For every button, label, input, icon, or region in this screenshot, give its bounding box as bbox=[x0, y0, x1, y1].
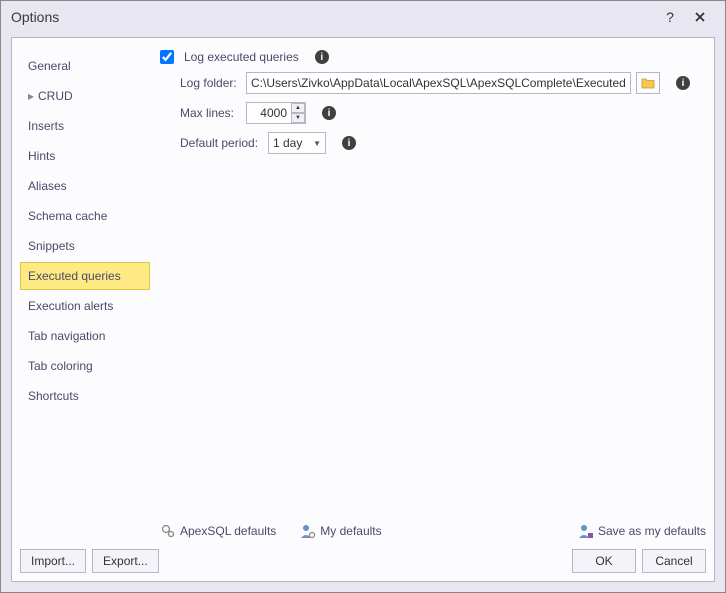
sidebar-item-label: Hints bbox=[28, 149, 55, 163]
sidebar-item-tab-coloring[interactable]: Tab coloring bbox=[20, 352, 150, 380]
info-icon[interactable]: i bbox=[676, 76, 690, 90]
settings-pane: Log executed queries i Log folder: i Max… bbox=[160, 46, 706, 511]
close-button[interactable] bbox=[685, 5, 715, 29]
main-row: General ▸CRUD Inserts Hints Aliases Sche… bbox=[20, 46, 706, 511]
content-area: General ▸CRUD Inserts Hints Aliases Sche… bbox=[11, 37, 715, 582]
user-gear-icon bbox=[300, 523, 316, 539]
sidebar-item-crud[interactable]: ▸CRUD bbox=[20, 82, 150, 110]
chevron-down-icon: ▼ bbox=[313, 139, 321, 148]
spinner-up-button[interactable]: ▲ bbox=[291, 103, 305, 113]
browse-button[interactable] bbox=[636, 72, 660, 94]
log-queries-label: Log executed queries bbox=[184, 50, 299, 64]
max-lines-row: Max lines: ▲ ▼ i bbox=[180, 102, 706, 124]
close-icon bbox=[694, 11, 706, 23]
sidebar-item-label: Execution alerts bbox=[28, 299, 113, 313]
info-icon[interactable]: i bbox=[315, 50, 329, 64]
sidebar: General ▸CRUD Inserts Hints Aliases Sche… bbox=[20, 46, 150, 511]
info-icon[interactable]: i bbox=[342, 136, 356, 150]
export-button[interactable]: Export... bbox=[92, 549, 159, 573]
default-period-row: Default period: 1 day ▼ i bbox=[180, 132, 706, 154]
sidebar-item-hints[interactable]: Hints bbox=[20, 142, 150, 170]
sidebar-item-label: Shortcuts bbox=[28, 389, 79, 403]
help-button[interactable]: ? bbox=[655, 5, 685, 29]
log-folder-row: Log folder: i bbox=[180, 72, 706, 94]
sidebar-item-general[interactable]: General bbox=[20, 52, 150, 80]
sidebar-item-label: Tab navigation bbox=[28, 329, 105, 343]
sidebar-item-label: Inserts bbox=[28, 119, 64, 133]
sidebar-item-shortcuts[interactable]: Shortcuts bbox=[20, 382, 150, 410]
sidebar-item-inserts[interactable]: Inserts bbox=[20, 112, 150, 140]
combo-value: 1 day bbox=[273, 136, 302, 150]
cancel-button[interactable]: Cancel bbox=[642, 549, 706, 573]
sidebar-item-snippets[interactable]: Snippets bbox=[20, 232, 150, 260]
sidebar-item-aliases[interactable]: Aliases bbox=[20, 172, 150, 200]
folder-icon bbox=[641, 77, 655, 89]
sidebar-item-label: Executed queries bbox=[28, 269, 121, 283]
sidebar-item-label: CRUD bbox=[38, 89, 73, 103]
sidebar-item-schema-cache[interactable]: Schema cache bbox=[20, 202, 150, 230]
bottom-section: ApexSQL defaults My defaults Save as my … bbox=[20, 517, 706, 573]
link-label: ApexSQL defaults bbox=[180, 524, 276, 538]
options-window: Options ? General ▸CRUD Inserts Hints Al… bbox=[0, 0, 726, 593]
link-label: My defaults bbox=[320, 524, 381, 538]
sidebar-item-tab-navigation[interactable]: Tab navigation bbox=[20, 322, 150, 350]
sidebar-item-label: Aliases bbox=[28, 179, 67, 193]
sidebar-item-label: Tab coloring bbox=[28, 359, 93, 373]
link-label: Save as my defaults bbox=[598, 524, 706, 538]
titlebar: Options ? bbox=[1, 1, 725, 33]
sidebar-item-executed-queries[interactable]: Executed queries bbox=[20, 262, 150, 290]
import-button[interactable]: Import... bbox=[20, 549, 86, 573]
spinner-down-button[interactable]: ▼ bbox=[291, 113, 305, 123]
ok-button[interactable]: OK bbox=[572, 549, 636, 573]
sidebar-item-execution-alerts[interactable]: Execution alerts bbox=[20, 292, 150, 320]
log-folder-input[interactable] bbox=[246, 72, 631, 94]
window-title: Options bbox=[11, 9, 655, 25]
sidebar-item-label: Schema cache bbox=[28, 209, 107, 223]
log-queries-row: Log executed queries i bbox=[160, 50, 706, 64]
default-period-label: Default period: bbox=[180, 136, 262, 150]
gears-icon bbox=[160, 523, 176, 539]
defaults-row: ApexSQL defaults My defaults Save as my … bbox=[20, 517, 706, 549]
chevron-right-icon: ▸ bbox=[28, 89, 38, 103]
sidebar-item-label: Snippets bbox=[28, 239, 75, 253]
save-my-defaults-link[interactable]: Save as my defaults bbox=[578, 523, 706, 539]
buttons-row: Import... Export... OK Cancel bbox=[20, 549, 706, 573]
log-folder-label: Log folder: bbox=[180, 76, 240, 90]
default-period-combo[interactable]: 1 day ▼ bbox=[268, 132, 326, 154]
apexsql-defaults-link[interactable]: ApexSQL defaults bbox=[160, 523, 276, 539]
log-queries-checkbox[interactable] bbox=[160, 50, 174, 64]
my-defaults-link[interactable]: My defaults bbox=[300, 523, 381, 539]
user-save-icon bbox=[578, 523, 594, 539]
info-icon[interactable]: i bbox=[322, 106, 336, 120]
max-lines-label: Max lines: bbox=[180, 106, 240, 120]
sidebar-item-label: General bbox=[28, 59, 71, 73]
